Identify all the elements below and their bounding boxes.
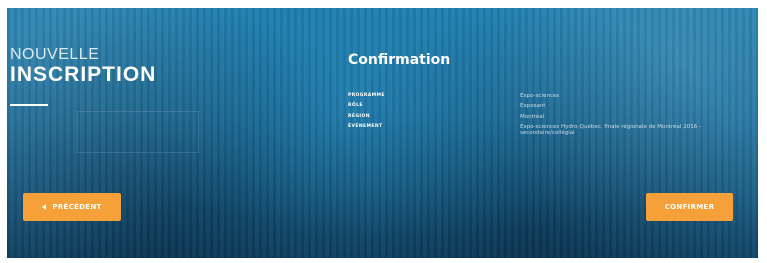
summary-row-programme: PROGRAMME Expo-sciences xyxy=(348,93,748,103)
summary-value: Exposant xyxy=(520,102,546,109)
confirm-button[interactable]: CONFIRMER xyxy=(646,193,733,221)
summary-value: Montréal xyxy=(520,113,545,120)
previous-button[interactable]: PRÉCÉDENT xyxy=(23,193,121,221)
page-title-line2: INSCRIPTION xyxy=(10,63,157,86)
confirmation-heading: Confirmation xyxy=(348,52,451,68)
summary-row-evenement: ÉVÉNEMENT Expo-sciences Hydro-Québec, fi… xyxy=(348,123,748,137)
summary-value: Expo-sciences xyxy=(520,92,560,99)
title-divider xyxy=(10,104,48,106)
summary-row-role: RÔLE Exposant xyxy=(348,103,748,113)
background-banner xyxy=(77,111,199,153)
confirm-button-label: CONFIRMER xyxy=(664,203,715,211)
summary-label: RÔLE xyxy=(348,103,363,108)
arrow-left-icon xyxy=(42,204,47,210)
summary-label: PROGRAMME xyxy=(348,93,385,98)
summary-label: ÉVÉNEMENT xyxy=(348,124,383,129)
summary-value: Expo-sciences Hydro-Québec, finale régio… xyxy=(520,123,701,137)
previous-button-label: PRÉCÉDENT xyxy=(52,203,102,211)
summary-row-region: RÉGION Montréal xyxy=(348,114,748,124)
summary-label: RÉGION xyxy=(348,114,370,119)
registration-panel: NOUVELLE INSCRIPTION Confirmation PROGRA… xyxy=(7,8,758,258)
page-title-line1: NOUVELLE xyxy=(10,46,100,63)
